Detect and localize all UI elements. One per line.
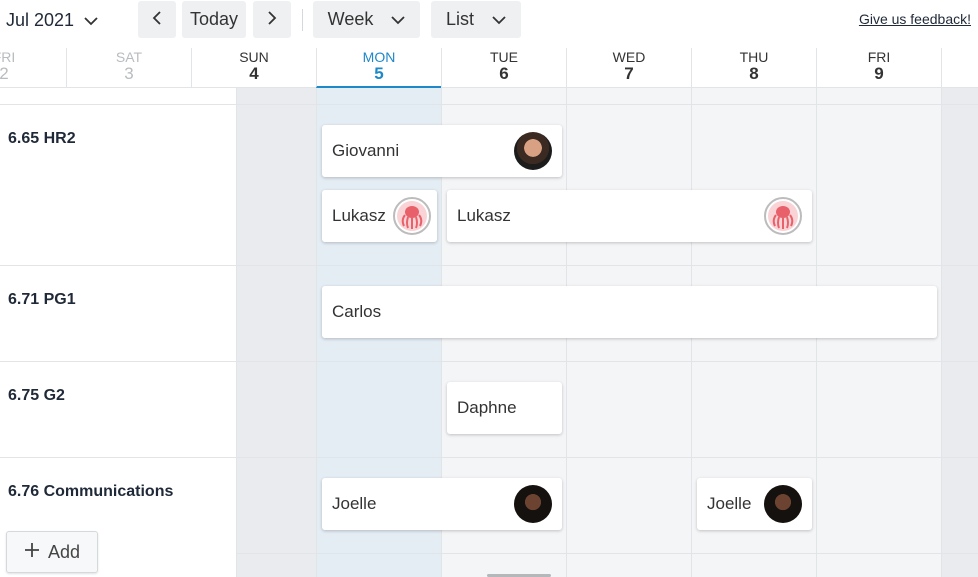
event-name: Giovanni — [332, 141, 400, 160]
event-name: Lukasz — [332, 206, 386, 225]
event-name: Lukasz — [457, 206, 511, 225]
feedback-link[interactable]: Give us feedback! — [859, 11, 971, 27]
next-week-button[interactable] — [253, 1, 291, 38]
day-header-sun-4[interactable]: SUN 4 — [191, 48, 316, 88]
resource-label-column: 6.65 HR2 6.71 PG1 6.75 G2 6.76 Communica… — [0, 88, 237, 577]
octopus-icon — [764, 197, 802, 235]
day-header: FRI 2 SAT 3 SUN 4 MON 5 TUE 6 WED 7 THU … — [0, 48, 978, 88]
day-header-mon-5[interactable]: MON 5 — [316, 48, 441, 88]
saturday-column[interactable] — [941, 88, 978, 577]
chevron-down-icon — [84, 10, 98, 31]
grid-line — [941, 88, 942, 577]
octopus-icon — [393, 197, 431, 235]
mode-select[interactable]: List — [431, 1, 521, 38]
chevron-left-icon — [152, 9, 162, 30]
event-card[interactable]: Carlos — [322, 286, 937, 338]
event-card[interactable]: Joelle — [322, 478, 562, 530]
row-divider — [0, 104, 237, 105]
mode-select-label: List — [445, 9, 474, 29]
schedule-grid: 6.65 HR2 6.71 PG1 6.75 G2 6.76 Communica… — [0, 88, 978, 577]
event-card[interactable]: Lukasz — [447, 190, 812, 242]
event-card[interactable]: Joelle — [697, 478, 812, 530]
row-label-pg1: 6.71 PG1 — [8, 291, 76, 308]
day-header-fri-2[interactable]: FRI 2 — [0, 48, 66, 88]
day-header-tue-6[interactable]: TUE 6 — [441, 48, 566, 88]
today-button[interactable]: Today — [182, 1, 246, 38]
day-header-fri-9[interactable]: FRI 9 — [816, 48, 941, 88]
avatar — [514, 132, 552, 170]
plus-icon — [24, 542, 40, 563]
day-header-wed-7[interactable]: WED 7 — [566, 48, 691, 88]
day-header-sat-10 — [941, 48, 978, 88]
view-select[interactable]: Week — [313, 1, 420, 38]
avatar — [764, 485, 802, 523]
row-divider — [0, 457, 237, 458]
event-card[interactable]: Lukasz — [322, 190, 437, 242]
sunday-column[interactable] — [237, 88, 316, 577]
event-name: Daphne — [457, 398, 517, 417]
chevron-down-icon — [492, 9, 506, 30]
previous-week-button[interactable] — [138, 1, 176, 38]
day-header-thu-8[interactable]: THU 8 — [691, 48, 816, 88]
row-label-g2: 6.75 G2 — [8, 387, 65, 404]
chevron-right-icon — [267, 9, 277, 30]
add-button-label: Add — [47, 541, 81, 562]
chevron-down-icon — [391, 9, 405, 30]
row-label-communications: 6.76 Communications — [8, 483, 174, 500]
grid-line — [316, 88, 317, 577]
event-name: Joelle — [332, 494, 377, 513]
row-divider — [0, 361, 237, 362]
add-button[interactable]: Add — [6, 531, 98, 573]
avatar — [514, 485, 552, 523]
month-picker[interactable]: Jul 2021 — [6, 4, 98, 36]
event-card[interactable]: Giovanni — [322, 125, 562, 177]
calendar-toolbar: Jul 2021 Today Week List Give us feedbac… — [0, 0, 978, 40]
event-name: Carlos — [332, 302, 382, 321]
row-label-hr2: 6.65 HR2 — [8, 130, 76, 147]
day-header-sat-3[interactable]: SAT 3 — [66, 48, 191, 88]
row-divider — [0, 265, 237, 266]
view-select-label: Week — [327, 9, 374, 29]
event-name: Joelle — [707, 494, 752, 513]
month-label: Jul 2021 — [6, 9, 75, 30]
toolbar-divider — [302, 9, 303, 31]
event-card[interactable]: Daphne — [447, 382, 562, 434]
